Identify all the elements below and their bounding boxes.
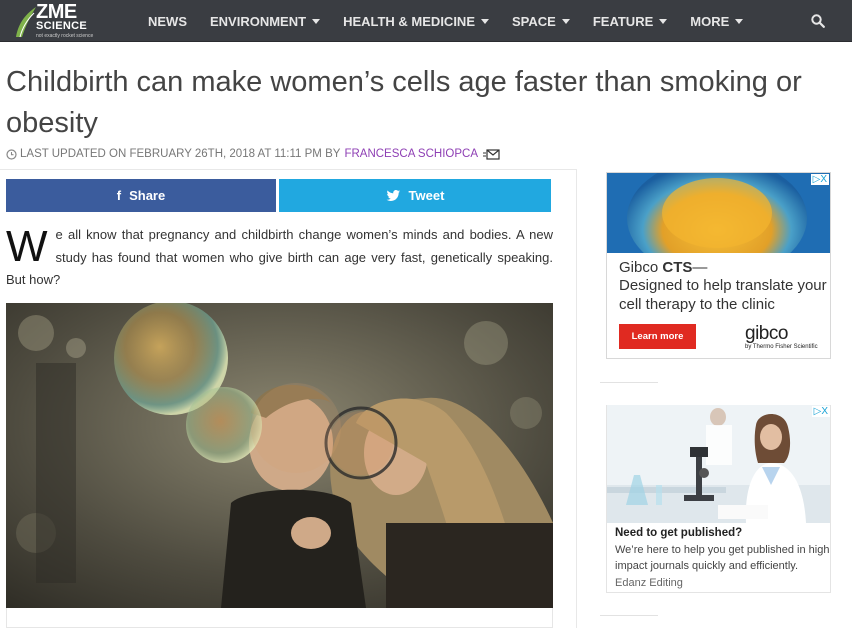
nav-item-label: SPACE <box>512 13 556 29</box>
nav-item-environment[interactable]: ENVIRONMENT <box>210 13 321 29</box>
nav-item-feature[interactable]: FEATURE <box>592 13 668 29</box>
ad-headline-brand: Gibco <box>619 259 659 276</box>
twitter-bird-icon <box>386 189 400 201</box>
sidebar-separator <box>600 615 658 616</box>
ad-headline-product: CTS <box>662 259 693 276</box>
article-meta: LAST UPDATED ON FEBRUARY 26TH, 2018 AT 1… <box>6 148 500 160</box>
nav-item-health-medicine[interactable]: HEALTH & MEDICINE <box>343 14 489 29</box>
sidebar-separator <box>600 382 658 383</box>
ad-headline: Gibco CTS— <box>619 259 707 276</box>
divider <box>0 169 576 170</box>
drop-cap: W <box>6 222 48 271</box>
lab-scientist-image <box>606 405 831 523</box>
caret-down-icon <box>312 18 321 24</box>
nav-item-label: FEATURE <box>592 13 654 29</box>
adchoices-icon[interactable]: ▷X <box>811 406 830 417</box>
mother-child-bubbles-image <box>6 303 553 608</box>
site-logo[interactable]: ZME SCIENCE not exactly rocket science <box>14 1 100 39</box>
adchoices-icon[interactable]: ▷X <box>810 174 829 185</box>
twitter-tweet-label: Tweet <box>408 188 445 203</box>
sidebar-ad-gibco[interactable]: ▷X Gibco CTS— Designed to help translate… <box>606 172 831 359</box>
twitter-tweet-button[interactable]: Tweet <box>279 179 551 212</box>
clock-icon <box>6 148 17 160</box>
ad-body: Designed to help translate your cell the… <box>619 277 827 313</box>
nav-item-space[interactable]: SPACE <box>512 14 570 29</box>
caret-down-icon <box>481 18 489 24</box>
nav-item-news[interactable]: NEWS <box>148 14 187 29</box>
learn-more-button[interactable]: Learn more <box>619 324 696 349</box>
search-icon[interactable] <box>811 14 825 28</box>
article-photo <box>6 303 553 608</box>
nav-item-label: HEALTH & MEDICINE <box>343 13 475 29</box>
logo-mark-icon <box>16 7 36 38</box>
ad-source: Edanz Editing <box>615 577 683 589</box>
cell-culture-image <box>607 173 830 253</box>
ad-headline-dash: — <box>692 259 708 276</box>
gibco-logo: gibco <box>745 323 788 344</box>
gibco-logo-sub: by Thermo Fisher Scientific <box>745 344 818 350</box>
article-title: Childbirth can make women’s cells age fa… <box>6 66 802 139</box>
logo-text-sub: SCIENCE <box>36 20 87 32</box>
caret-down-icon <box>561 18 570 24</box>
photo-caption-frame <box>6 608 553 628</box>
facebook-icon: f <box>116 188 122 203</box>
ad-body: We’re here to help you get published in … <box>615 544 830 572</box>
nav-item-label: NEWS <box>148 13 187 29</box>
nav-item-more[interactable]: MORE <box>690 13 744 29</box>
ad-headline: Need to get published? <box>615 527 743 539</box>
caret-down-icon <box>735 18 744 24</box>
facebook-share-button[interactable]: f Share <box>6 179 276 212</box>
caret-down-icon <box>659 18 668 24</box>
email-icon[interactable] <box>483 148 500 160</box>
article-intro: W e all know that pregnancy and childbir… <box>6 224 553 292</box>
logo-tagline: not exactly rocket science <box>36 33 94 39</box>
top-navigation-bar: ZME SCIENCE not exactly rocket science N… <box>0 0 852 42</box>
main-nav: NEWS ENVIRONMENT HEALTH & MEDICINE SPACE… <box>148 0 766 42</box>
sidebar-divider <box>576 169 577 628</box>
facebook-share-label: Share <box>129 188 166 203</box>
nav-item-label: ENVIRONMENT <box>210 13 307 29</box>
author-link[interactable]: FRANCESCA SCHIOPCA <box>344 148 478 160</box>
intro-text: e all know that pregnancy and childbirth… <box>6 227 553 287</box>
article-date: LAST UPDATED ON FEBRUARY 26TH, 2018 AT 1… <box>20 148 341 160</box>
nav-item-label: MORE <box>690 13 730 29</box>
sidebar-ad-edanz[interactable]: ▷X Need to get published? We’re here to … <box>606 405 831 593</box>
